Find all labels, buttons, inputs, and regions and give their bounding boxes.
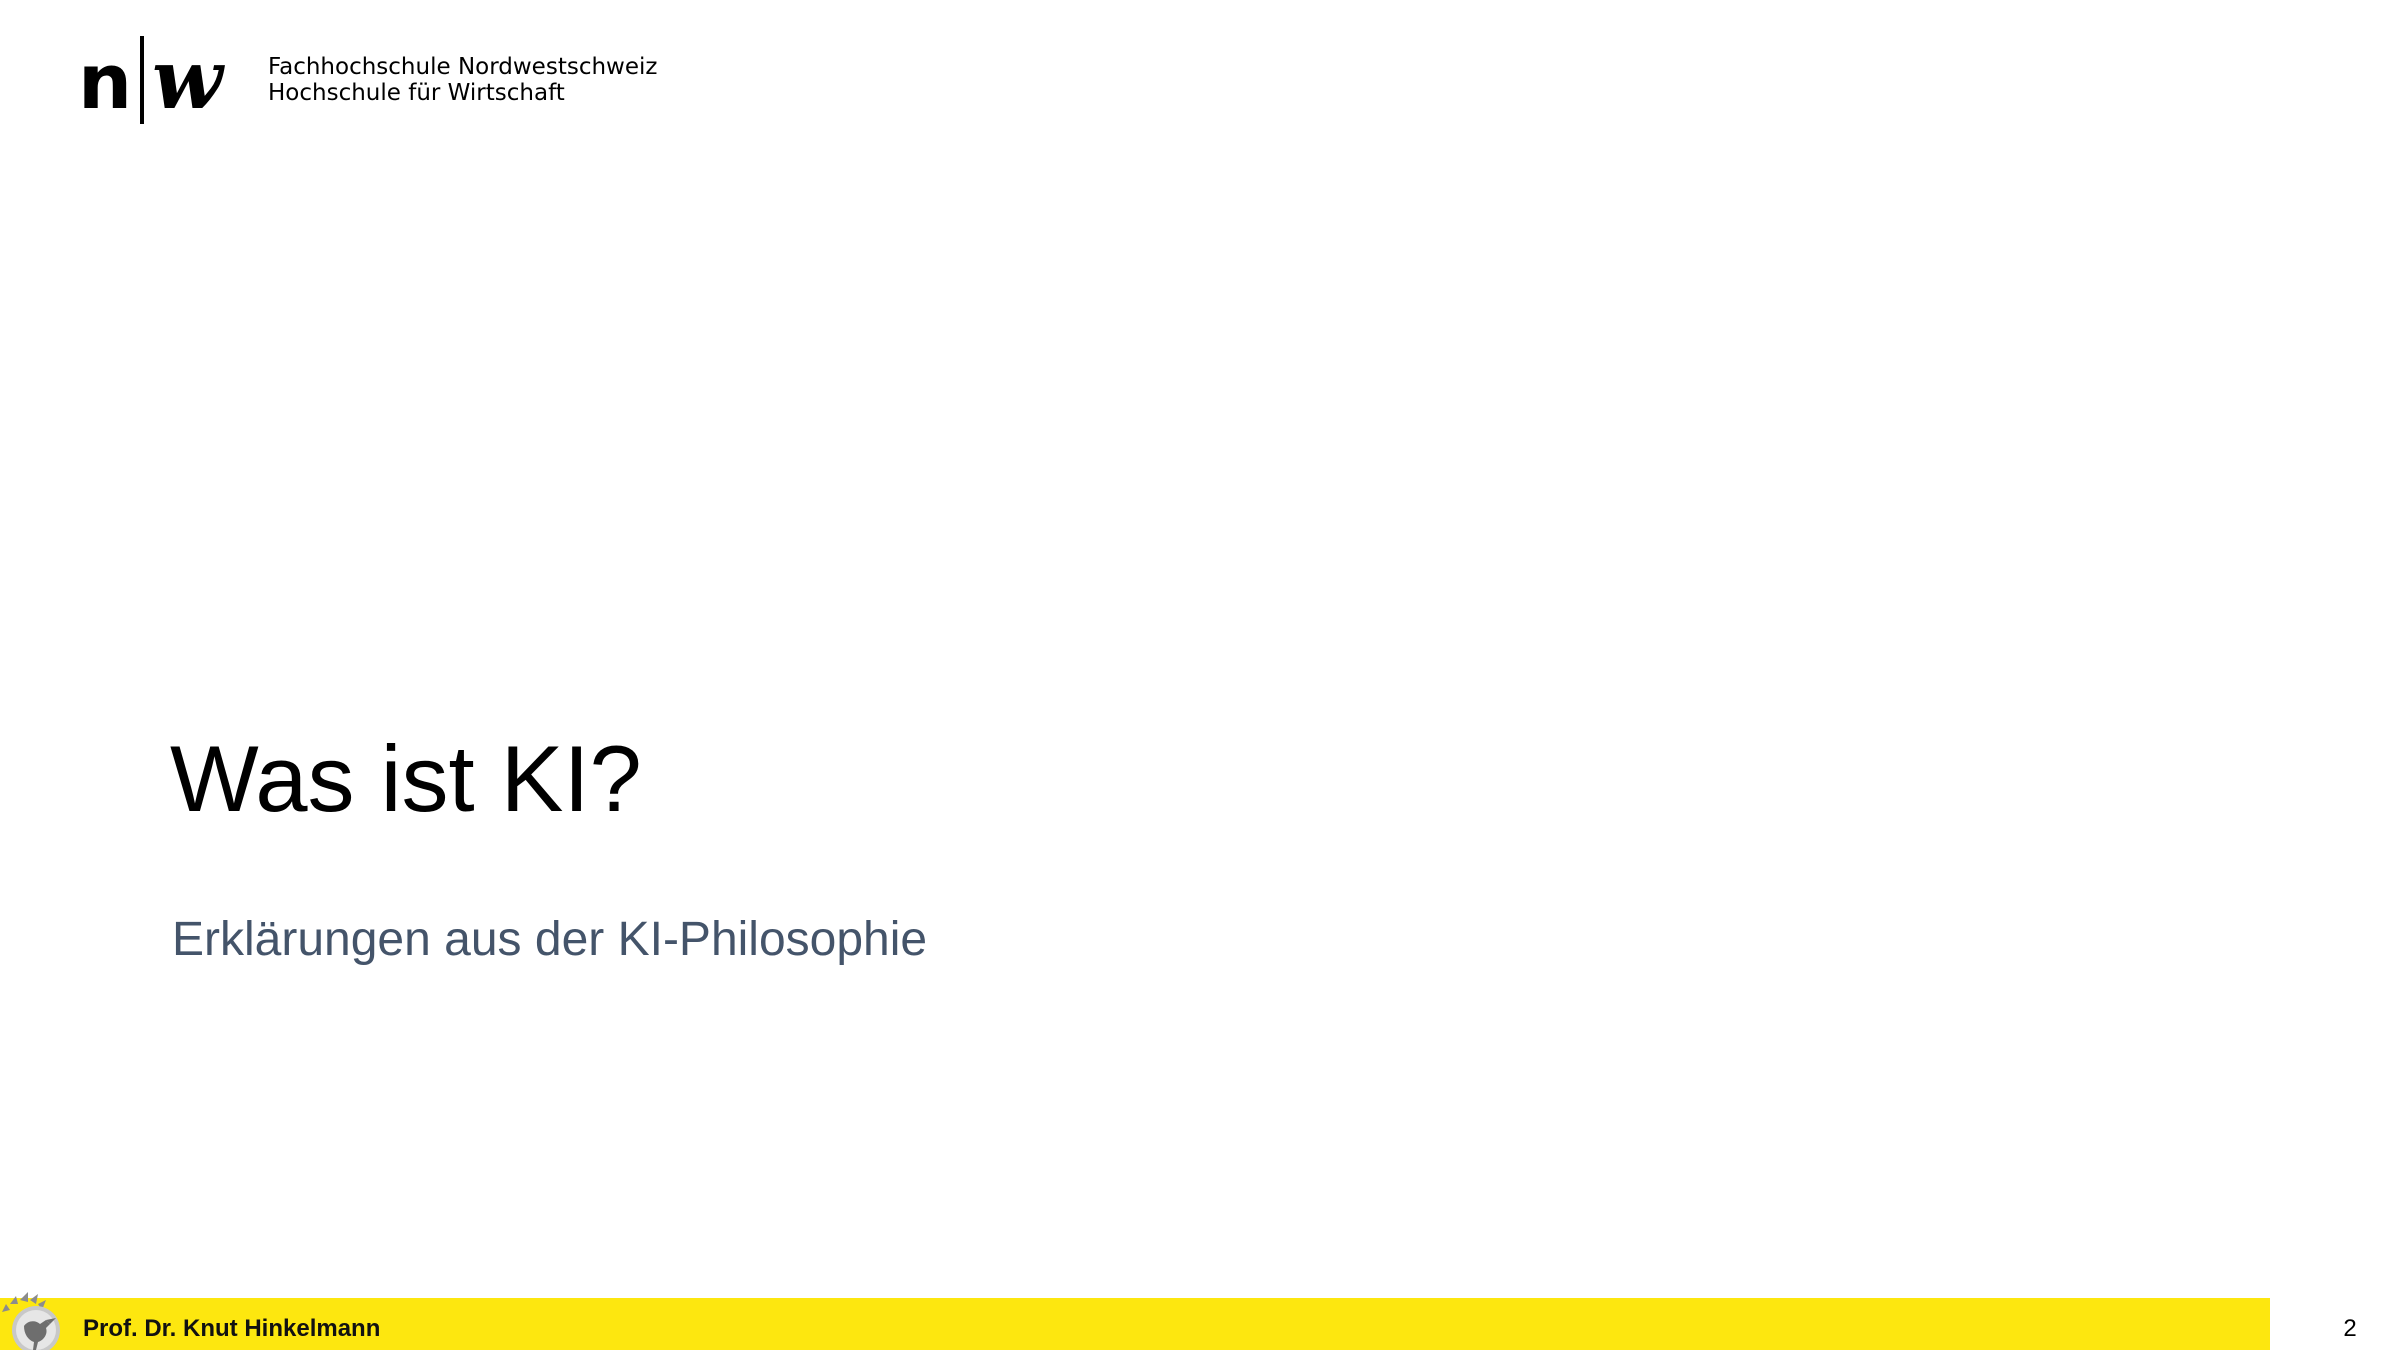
logo-letter-w: w: [152, 32, 223, 128]
rooster-logo-icon: [2, 1292, 60, 1350]
logo-text: Fachhochschule Nordwestschweiz Hochschul…: [268, 54, 657, 106]
fhnw-logo-icon: n w Fachhochschule Nordwestschweiz Hochs…: [78, 36, 678, 126]
logo-text-line1: Fachhochschule Nordwestschweiz: [268, 54, 658, 80]
footer-author: Prof. Dr. Knut Hinkelmann: [83, 1315, 381, 1342]
logo-divider: [140, 36, 144, 124]
logo-letter-n: n: [78, 37, 133, 126]
logo-text-line2: Hochschule für Wirtschaft: [268, 80, 565, 106]
slide-title: Was ist KI?: [170, 726, 642, 831]
slide-subtitle: Erklärungen aus der KI-Philosophie: [172, 913, 928, 966]
page-number: 2: [2343, 1315, 2357, 1342]
